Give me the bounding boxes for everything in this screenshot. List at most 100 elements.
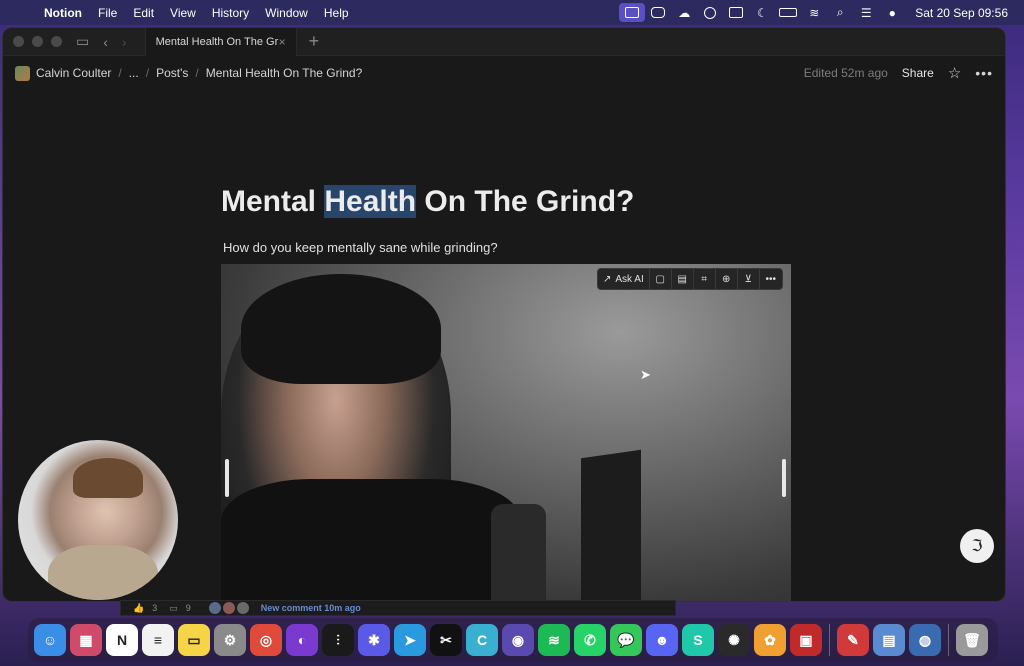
- menu-help[interactable]: Help: [324, 6, 349, 20]
- spotlight-search-icon[interactable]: ⌕: [827, 0, 853, 25]
- comment-icon[interactable]: ▢: [650, 268, 672, 290]
- system-settings-icon[interactable]: ⚙: [214, 624, 246, 656]
- screen-recording-icon[interactable]: [619, 0, 646, 25]
- avatar: [236, 602, 249, 614]
- breadcrumb-ellipsis[interactable]: ...: [129, 66, 139, 80]
- image-block[interactable]: ↗ Ask AI ▢ ▤ ⌗ ⊕ ⊻ •••: [221, 264, 791, 601]
- wifi-icon[interactable]: ≋: [801, 0, 827, 25]
- menu-history[interactable]: History: [212, 6, 249, 20]
- vpn-icon[interactable]: [697, 0, 723, 25]
- close-window-button[interactable]: [13, 36, 24, 47]
- launchpad-icon[interactable]: ▦: [70, 624, 102, 656]
- notion-icon[interactable]: N: [106, 624, 138, 656]
- title-part: Mental: [221, 185, 325, 218]
- workspace-avatar[interactable]: [15, 65, 30, 81]
- breadcrumb-parent[interactable]: Post's: [156, 66, 188, 80]
- webcam-body: [48, 545, 158, 600]
- breadcrumb-workspace[interactable]: Calvin Coulter: [36, 66, 111, 80]
- back-arrow-icon[interactable]: ‹: [103, 34, 108, 50]
- mouse-cursor-icon: ➤: [640, 367, 651, 382]
- new-tab-button[interactable]: +: [309, 31, 320, 52]
- reminders-icon[interactable]: ≡: [142, 624, 174, 656]
- menu-clock[interactable]: Sat 20 Sep 09:56: [915, 6, 1008, 20]
- quicktime-icon[interactable]: ◍: [909, 624, 941, 656]
- zoom-icon[interactable]: ⊕: [716, 268, 738, 290]
- finder-icon[interactable]: ☺: [34, 624, 66, 656]
- breadcrumb-current[interactable]: Mental Health On The Grind?: [206, 66, 363, 80]
- comment-bar: 👍 3 ▭ 9 New comment 10m ago: [120, 600, 676, 616]
- canva-icon[interactable]: C: [466, 624, 498, 656]
- like-icon[interactable]: 👍: [133, 603, 144, 614]
- image-shirt: [221, 479, 521, 601]
- capcut-icon[interactable]: ✂: [430, 624, 462, 656]
- zoom-window-button[interactable]: [51, 36, 62, 47]
- menu-app-notion[interactable]: Notion: [44, 6, 82, 20]
- perplexity-icon[interactable]: ✱: [358, 624, 390, 656]
- preview-icon[interactable]: ▤: [873, 624, 905, 656]
- ask-ai-button[interactable]: ↗ Ask AI: [598, 268, 650, 290]
- tab-mental-health[interactable]: Mental Health On The Gri... ×: [144, 28, 297, 56]
- comment-bubble-icon[interactable]: ▭: [169, 603, 178, 614]
- chrome-icon[interactable]: ◎: [250, 624, 282, 656]
- more-options-icon[interactable]: •••: [975, 65, 993, 81]
- discord-icon[interactable]: ☻: [646, 624, 678, 656]
- menu-view[interactable]: View: [170, 6, 196, 20]
- minimize-window-button[interactable]: [32, 36, 43, 47]
- camera-icon[interactable]: [645, 0, 671, 25]
- quill-icon[interactable]: ✎: [837, 624, 869, 656]
- control-center-icon[interactable]: ☰: [853, 0, 879, 25]
- proton-vpn-icon[interactable]: ◉: [502, 624, 534, 656]
- title-part: On The Grind?: [416, 185, 635, 218]
- image-bottle: [491, 504, 546, 601]
- page-subtitle[interactable]: How do you keep mentally sane while grin…: [223, 240, 498, 255]
- resize-handle-left[interactable]: [225, 459, 229, 497]
- tab-close-icon[interactable]: ×: [279, 35, 286, 49]
- notes-icon[interactable]: ▭: [178, 624, 210, 656]
- notion-ai-help-button[interactable]: ℑ: [960, 529, 994, 563]
- cloud-icon[interactable]: ☁: [671, 0, 697, 25]
- breadcrumb-separator: /: [145, 66, 150, 80]
- whatsapp-icon[interactable]: ✆: [574, 624, 606, 656]
- image-more-icon[interactable]: •••: [760, 268, 782, 290]
- download-icon[interactable]: ⊻: [738, 268, 760, 290]
- webcam-overlay: [18, 440, 178, 600]
- spotify-icon[interactable]: ≋: [538, 624, 570, 656]
- edited-timestamp: Edited 52m ago: [803, 66, 888, 80]
- avatar: [222, 602, 235, 614]
- sidebar-toggle-icon[interactable]: ▭: [76, 33, 89, 50]
- new-comment-link[interactable]: New comment 10m ago: [261, 603, 361, 613]
- photo-booth-icon[interactable]: ▣: [790, 624, 822, 656]
- photos-icon[interactable]: ✿: [754, 624, 786, 656]
- image-hair: [241, 274, 441, 384]
- menu-file[interactable]: File: [98, 6, 117, 20]
- window-controls: [13, 36, 62, 47]
- resize-handle-right[interactable]: [782, 459, 786, 497]
- menu-edit[interactable]: Edit: [133, 6, 154, 20]
- page-title[interactable]: Mental Health On The Grind?: [221, 185, 634, 219]
- favorite-star-icon[interactable]: ☆: [948, 64, 961, 82]
- menu-window[interactable]: Window: [265, 6, 308, 20]
- avatar: [208, 602, 221, 614]
- battery-icon[interactable]: [775, 0, 801, 25]
- image-laptop: [581, 449, 641, 601]
- chatgpt-icon[interactable]: ✺: [718, 624, 750, 656]
- dock: ☺ ▦ N ≡ ▭ ⚙ ◎ ◐ ⫶ ✱ ➤ ✂ C ◉ ≋ ✆ 💬 ☻ S ✺ ✿ ▣ ✎ ▤ ◍ 🗑: [28, 618, 998, 662]
- commenter-avatars: [208, 602, 249, 614]
- apple-icon[interactable]: [14, 5, 28, 20]
- tab-title: Mental Health On The Gri...: [155, 35, 279, 48]
- voice-memos-icon[interactable]: ⫶: [322, 624, 354, 656]
- caption-icon[interactable]: ▤: [672, 268, 694, 290]
- image-toolbar: ↗ Ask AI ▢ ▤ ⌗ ⊕ ⊻ •••: [597, 268, 783, 290]
- forward-arrow-icon[interactable]: ›: [122, 34, 127, 50]
- arc-icon[interactable]: ◐: [286, 624, 318, 656]
- telegram-icon[interactable]: ➤: [394, 624, 426, 656]
- share-button[interactable]: Share: [902, 66, 934, 80]
- messages-icon[interactable]: 💬: [610, 624, 642, 656]
- crop-icon[interactable]: ⌗: [694, 268, 716, 290]
- display-icon[interactable]: [723, 0, 749, 25]
- siri-icon[interactable]: ●: [879, 0, 905, 25]
- focus-moon-icon[interactable]: ☾: [749, 0, 775, 25]
- surfshark-icon[interactable]: S: [682, 624, 714, 656]
- trash-icon[interactable]: 🗑: [956, 624, 988, 656]
- ask-ai-icon: ↗: [603, 273, 612, 285]
